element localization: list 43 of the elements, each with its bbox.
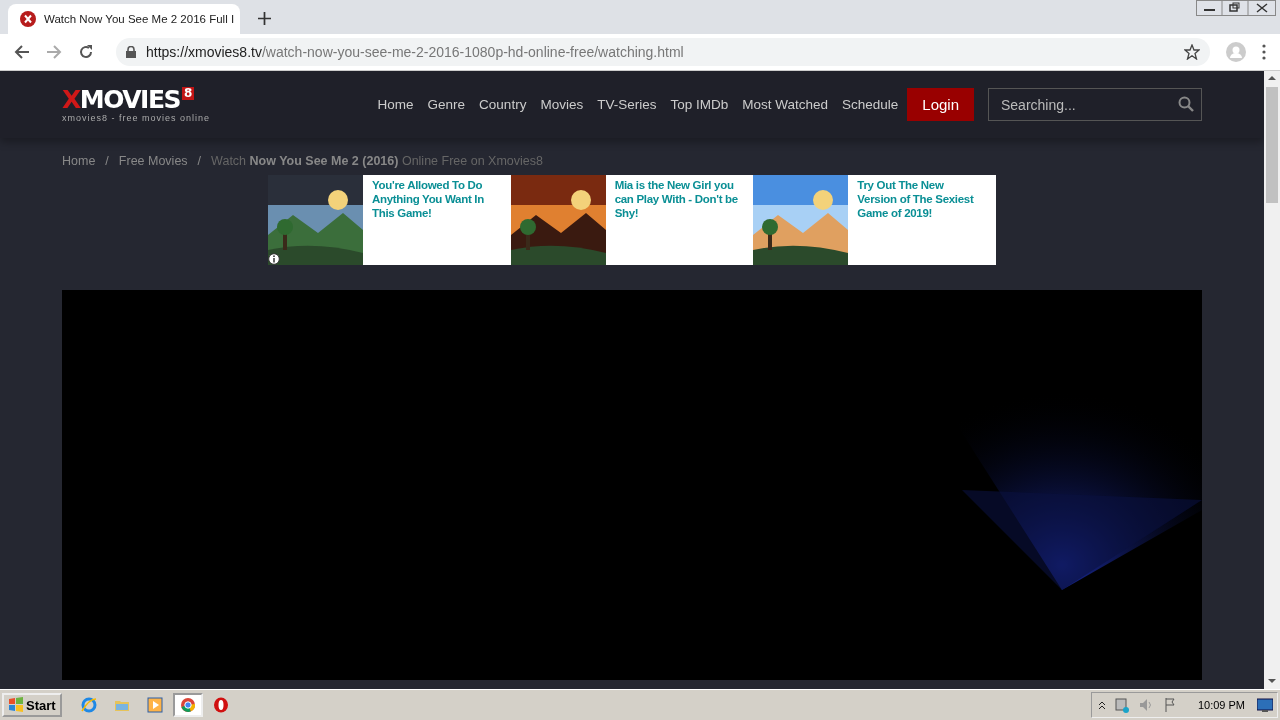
breadcrumb-link[interactable]: Home — [62, 154, 96, 168]
nav-link[interactable]: Movies — [540, 97, 584, 112]
lock-icon — [126, 46, 136, 58]
reload-icon[interactable] — [78, 44, 94, 60]
nav-link[interactable]: Top IMDb — [670, 97, 729, 112]
address-bar[interactable]: https://xmovies8.tv/watch-now-you-see-me-2-2016-1080p-hd-online-free/watching.html — [116, 38, 1210, 66]
nav-link[interactable]: Schedule — [842, 97, 899, 112]
show-desktop-icon[interactable] — [1257, 698, 1273, 712]
back-icon[interactable] — [14, 44, 30, 60]
taskbar-app[interactable] — [172, 693, 203, 717]
browser-tab[interactable]: Watch Now You See Me 2 2016 Full I — [8, 4, 240, 34]
search-field[interactable]: Searching... — [988, 88, 1202, 121]
browser-circle-icon — [179, 697, 196, 713]
ad-headline[interactable]: Mia is the New Girl you can Play With - Don't be Shy! — [614, 175, 743, 265]
nav-link[interactable]: Home — [377, 97, 414, 112]
info-icon[interactable] — [268, 253, 280, 265]
play-icon — [146, 697, 163, 713]
windows-logo-icon — [8, 697, 24, 713]
breadcrumb-separator: / — [105, 154, 109, 168]
tab-title: Watch Now You See Me 2 2016 Full I — [44, 13, 235, 25]
breadcrumb-separator: / — [197, 154, 202, 168]
ad-headline[interactable]: You're Allowed To Do Anything You Want In This Game! — [372, 175, 500, 265]
nav-link[interactable]: Genre — [427, 97, 466, 112]
search-icon[interactable] — [1178, 96, 1194, 112]
nav-link[interactable]: Most Watched — [742, 97, 828, 112]
nav-link[interactable]: TV-Series — [597, 97, 657, 112]
scrollbar[interactable] — [1264, 71, 1280, 689]
breadcrumb-current: Watch Now You See Me 2 (2016) Online Free on Xmovies8 — [211, 154, 543, 168]
start-button[interactable]: Start — [2, 693, 62, 717]
menu-icon[interactable] — [1262, 44, 1266, 60]
nav-link[interactable]: Country — [479, 97, 527, 112]
url-host: https://xmovies8.tv — [146, 44, 262, 60]
ad-headline[interactable]: Try Out The New Version of The Sexiest Game of 2019! — [857, 175, 986, 265]
breadcrumb-link[interactable]: Free Movies — [118, 154, 188, 168]
letter-o-icon — [212, 697, 229, 713]
x-logo-icon — [20, 11, 36, 27]
new-tab-icon[interactable] — [258, 12, 271, 25]
window-controls[interactable] — [1196, 0, 1276, 16]
browser-e-icon — [80, 697, 97, 713]
login-button[interactable]: Login — [907, 88, 974, 121]
url-path: /watch-now-you-see-me-2-2016-1080p-hd-online-free/watching.html — [261, 44, 684, 60]
star-icon[interactable] — [1184, 44, 1200, 60]
clock: 10:09 PM — [1197, 699, 1245, 711]
